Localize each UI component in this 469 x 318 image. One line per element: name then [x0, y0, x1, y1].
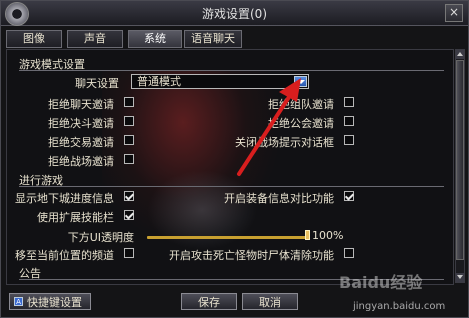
scroll-up-arrow-icon[interactable]	[456, 50, 464, 59]
window-title: 游戏设置(0)	[202, 7, 267, 21]
settings-panel: 游戏模式设置 聊天设置 普通模式 拒绝聊天邀请 拒绝决斗邀请 拒绝交易邀请 拒绝…	[6, 49, 454, 285]
arrow-shaft	[237, 92, 293, 176]
vertical-scrollbar[interactable]	[455, 49, 465, 283]
tab-system[interactable]: 系统	[128, 30, 182, 48]
game-settings-window: 游戏设置(0) × 图像 声音 系统 语音聊天 游戏模式设置 聊天设置 普通模式…	[0, 0, 469, 318]
shortcut-settings-button[interactable]: A 快捷键设置	[9, 293, 91, 310]
cancel-button[interactable]: 取消	[242, 293, 298, 310]
watermark-logo: Baidu经验	[339, 273, 423, 292]
tab-graphics[interactable]: 图像	[6, 30, 62, 48]
watermark-text: jingyan.baidu.com	[353, 301, 446, 312]
tab-sound[interactable]: 声音	[67, 30, 123, 48]
scroll-thumb[interactable]	[456, 60, 464, 260]
save-button[interactable]: 保存	[181, 293, 237, 310]
annotation-arrow	[237, 78, 301, 176]
shortcut-settings-label: 快捷键设置	[27, 296, 82, 309]
close-button[interactable]: ×	[445, 4, 463, 22]
title-bar[interactable]: 游戏设置(0) ×	[1, 1, 468, 26]
scroll-down-arrow-icon[interactable]	[456, 273, 464, 282]
keyboard-icon: A	[14, 297, 23, 306]
tab-voice-chat[interactable]: 语音聊天	[184, 30, 242, 48]
